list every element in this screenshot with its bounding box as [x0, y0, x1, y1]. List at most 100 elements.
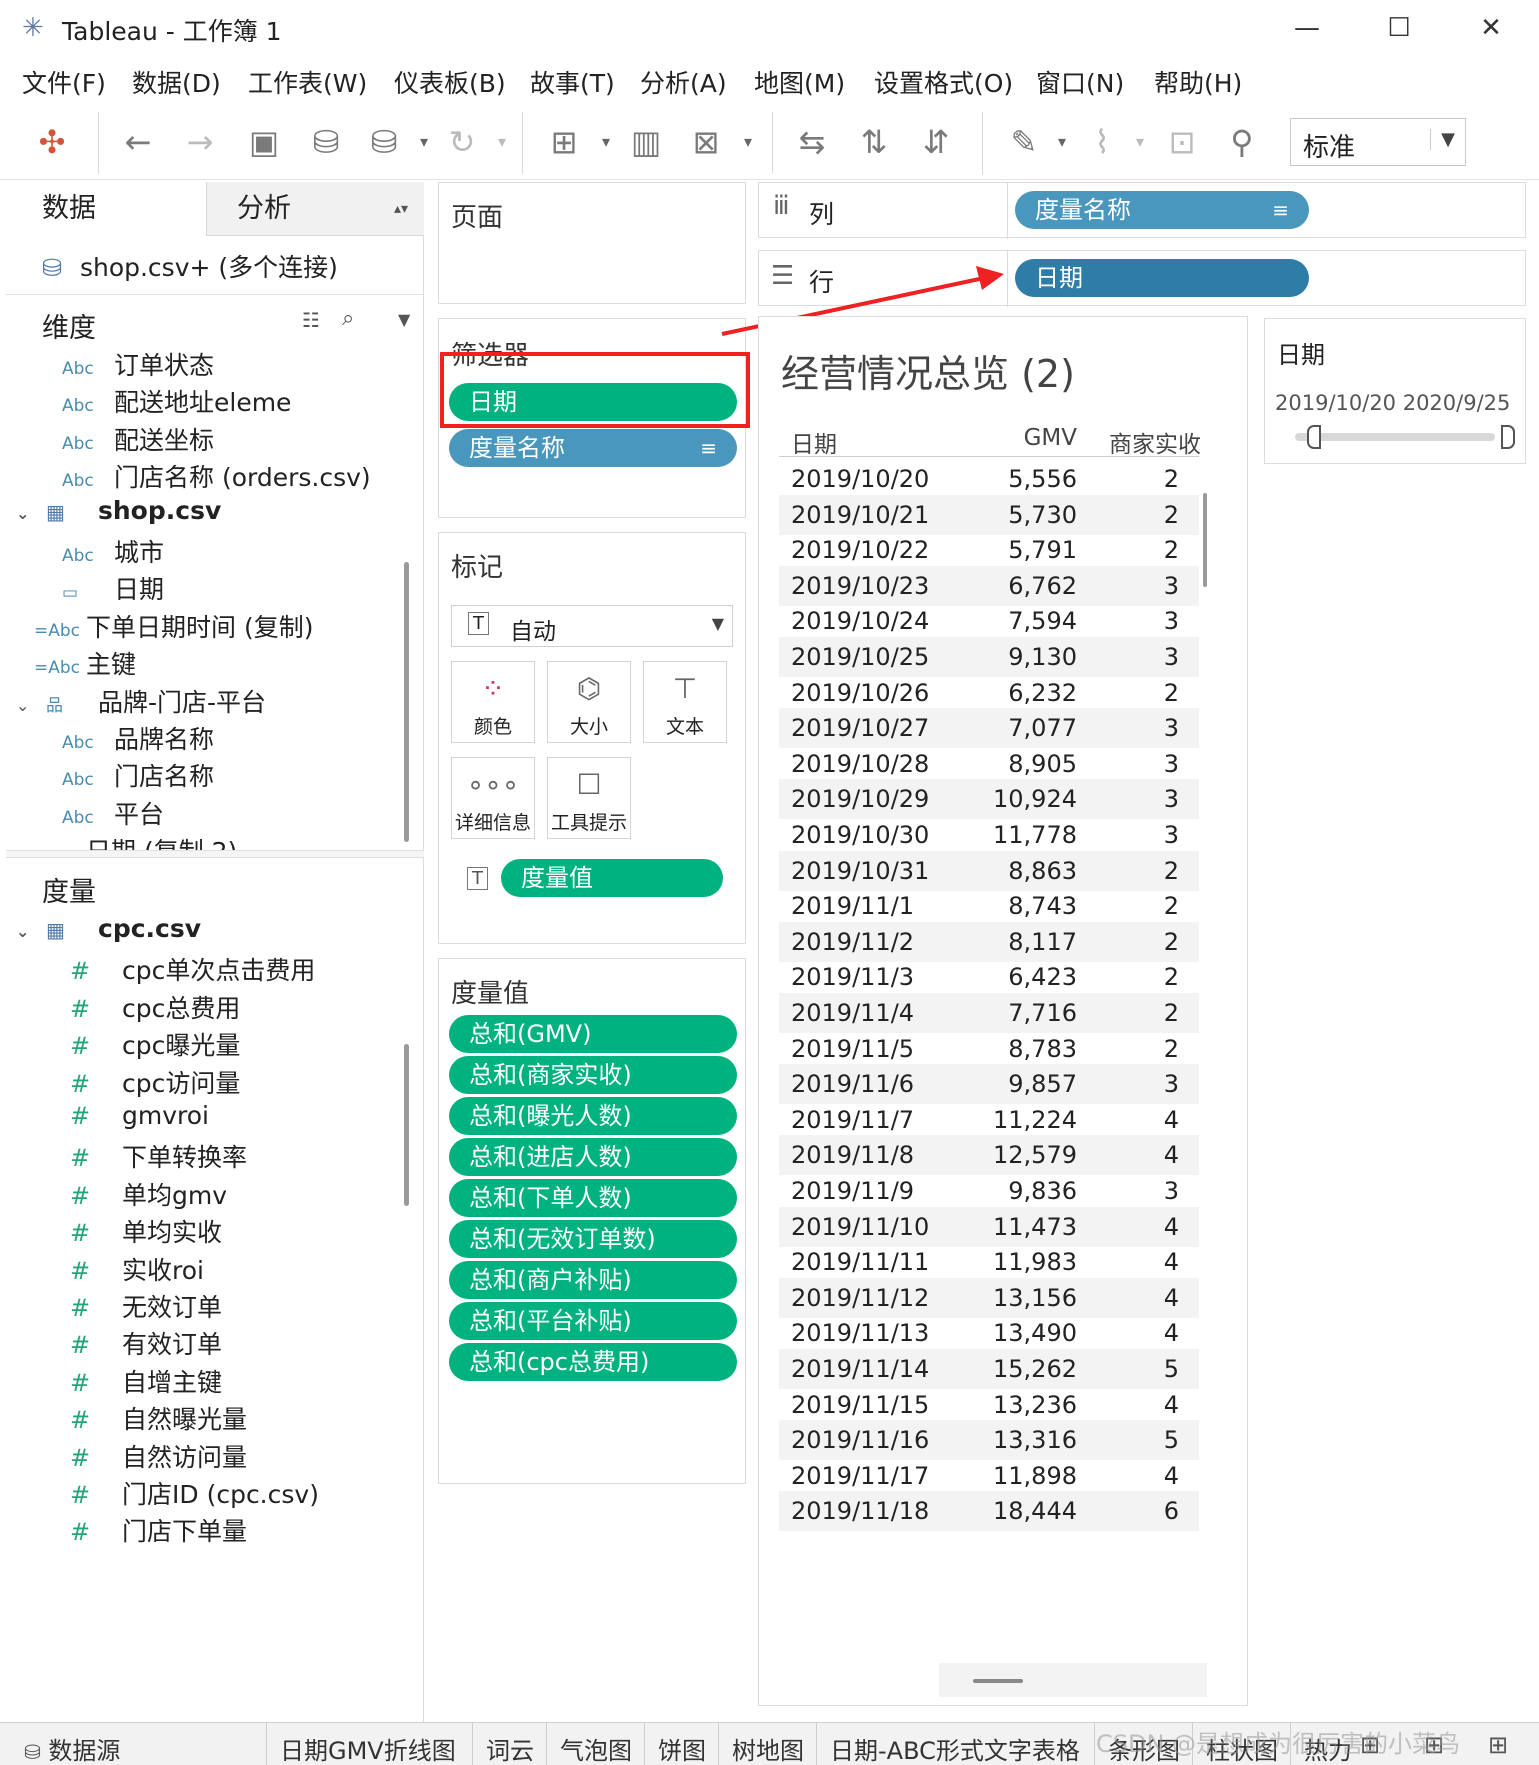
horizontal-scrollbar[interactable] [939, 1663, 1207, 1697]
datasource-tab[interactable]: ⛁ 数据源 [24, 1731, 120, 1765]
maximize-button[interactable]: ☐ [1374, 8, 1424, 48]
measure-value-pill[interactable]: 总和(cpc总费用) [449, 1343, 737, 1381]
swap-icon[interactable]: ⇆ [792, 122, 832, 162]
scrollbar-thumb[interactable] [973, 1679, 1023, 1683]
close-button[interactable]: ✕ [1466, 8, 1516, 48]
cell-date: 2019/11/2 [791, 927, 915, 956]
marks-pill-measure-values[interactable]: 度量值 [501, 859, 723, 897]
divider [546, 1723, 547, 1765]
columns-pill-measure-names[interactable]: 度量名称 ≡ [1015, 191, 1309, 229]
measure-item[interactable]: # cpc曝光量 [70, 1026, 240, 1066]
rows-pill-date[interactable]: 日期 [1015, 259, 1309, 297]
chevron-down-icon[interactable]: ▾ [598, 122, 614, 162]
sort-asc-icon[interactable]: ⇅ [854, 122, 894, 162]
measure-item[interactable]: # gmvroi [70, 1101, 209, 1141]
sheet-tab[interactable]: 日期-ABC形式文字表格 [830, 1731, 1080, 1765]
sheet-tab[interactable]: 气泡图 [560, 1731, 632, 1765]
measure-item[interactable]: # 单均gmv [70, 1176, 227, 1216]
forward-icon[interactable]: → [180, 122, 220, 162]
new-story-icon[interactable]: ⊞ [1488, 1731, 1508, 1759]
labels-icon[interactable]: ⊡ [1162, 122, 1202, 162]
highlight-icon[interactable]: ✎ [1004, 122, 1044, 162]
measure-value-pill[interactable]: 总和(曝光人数) [449, 1097, 737, 1135]
save-icon[interactable]: ▣ [244, 122, 284, 162]
sheet-tab[interactable]: 日期GMV折线图 [280, 1731, 456, 1765]
fit-select[interactable]: 标准 ▼ [1290, 118, 1466, 166]
chevron-down-icon[interactable]: ▾ [1054, 122, 1070, 162]
back-icon[interactable]: ← [118, 122, 158, 162]
measure-item[interactable]: # cpc访问量 [70, 1064, 240, 1104]
sort-desc-icon[interactable]: ⇵ [916, 122, 956, 162]
chevron-down-icon[interactable]: ⌄ [16, 922, 46, 941]
header-merchant-income[interactable]: 商家实收 [1109, 425, 1201, 459]
menu-help[interactable]: 帮助(H) [1154, 64, 1242, 100]
sheet-tab[interactable]: 饼图 [658, 1731, 706, 1765]
new-datasource-icon[interactable]: ⛁ [306, 122, 346, 162]
menu-map[interactable]: 地图(M) [754, 64, 845, 100]
measure-value-pill[interactable]: 总和(平台补贴) [449, 1302, 737, 1340]
cell-merchant-income: 4 [1163, 1461, 1179, 1490]
measure-item[interactable]: # 下单转换率 [70, 1138, 247, 1178]
menu-data[interactable]: 数据(D) [132, 64, 221, 100]
measure-item[interactable]: # 自增主键 [70, 1363, 222, 1403]
menu-story[interactable]: 故事(T) [530, 64, 615, 100]
pause-update-icon[interactable]: ⛁ [364, 122, 404, 162]
menu-worksheet[interactable]: 工作表(W) [248, 64, 367, 100]
tooltip-button[interactable]: ☐ 工具提示 [547, 757, 631, 839]
measure-value-pill[interactable]: 总和(GMV) [449, 1015, 737, 1053]
measure-item[interactable]: ⌄ ▦ cpc.csv [16, 914, 201, 954]
measure-value-pill[interactable]: 总和(无效订单数) [449, 1220, 737, 1258]
watermark: CSDN @是想成为很厉害的小菜鸟 [1096, 1730, 1461, 1758]
measure-value-pill[interactable]: 总和(进店人数) [449, 1138, 737, 1176]
menu-file[interactable]: 文件(F) [22, 64, 106, 100]
minimize-button[interactable]: — [1282, 8, 1332, 48]
table-row: 2019/11/13 13,490 4 [779, 1313, 1199, 1353]
measure-value-pill[interactable]: 总和(商户补贴) [449, 1261, 737, 1299]
duplicate-sheet-icon[interactable]: ▥ [626, 122, 666, 162]
menu-analysis[interactable]: 分析(A) [640, 64, 727, 100]
measure-item[interactable]: # 无效订单 [70, 1288, 222, 1328]
color-button[interactable]: ⁘ 颜色 [451, 661, 535, 743]
menu-window[interactable]: 窗口(N) [1036, 64, 1124, 100]
range-slider-start-handle[interactable] [1307, 425, 1321, 449]
header-gmv[interactable]: GMV [959, 425, 1077, 451]
chevron-down-icon[interactable]: ▾ [494, 122, 510, 162]
measure-item[interactable]: # 实收roi [70, 1251, 204, 1291]
measure-item[interactable]: # 门店下单量 [70, 1512, 247, 1552]
table-row: 2019/10/31 8,863 2 [779, 850, 1199, 891]
text-button[interactable]: ⊤ 文本 [643, 661, 727, 743]
menu-format[interactable]: 设置格式(O) [874, 64, 1013, 100]
measure-item[interactable]: # 有效订单 [70, 1325, 222, 1365]
sheet-tab[interactable]: 树地图 [732, 1731, 804, 1765]
chevron-down-icon[interactable]: ▾ [416, 122, 432, 162]
measure-item[interactable]: # 门店ID (cpc.csv) [70, 1475, 319, 1515]
pin-icon[interactable]: ⚲ [1222, 122, 1262, 162]
filter-pill-measure-names[interactable]: 度量名称 ≡ [449, 429, 737, 467]
cell-gmv: 7,716 [1008, 999, 1077, 1027]
tableau-logo-icon[interactable]: ✣ [32, 122, 72, 162]
range-slider-end-handle[interactable] [1501, 425, 1515, 449]
group-icon[interactable]: ⌇ [1082, 122, 1122, 162]
scrollbar[interactable] [1203, 493, 1207, 587]
measure-item[interactable]: # 自然访问量 [70, 1438, 247, 1478]
range-slider-track[interactable] [1295, 433, 1495, 441]
menu-dashboard[interactable]: 仪表板(B) [394, 64, 506, 100]
number-icon: # [70, 1032, 91, 1061]
measure-value-pill[interactable]: 总和(商家实收) [449, 1056, 737, 1094]
measure-item[interactable]: # 单均实收 [70, 1213, 222, 1253]
measure-item[interactable]: # 自然曝光量 [70, 1400, 247, 1440]
refresh-icon[interactable]: ↻ [442, 122, 482, 162]
detail-button[interactable]: ∘∘∘ 详细信息 [451, 757, 535, 839]
chevron-down-icon[interactable]: ▾ [740, 122, 756, 162]
size-button[interactable]: ⌬ 大小 [547, 661, 631, 743]
chevron-down-icon[interactable]: ▾ [1132, 122, 1148, 162]
measure-value-pill[interactable]: 总和(下单人数) [449, 1179, 737, 1217]
header-date[interactable]: 日期 [791, 425, 837, 459]
new-sheet-icon[interactable]: ⊞ [544, 122, 584, 162]
sheet-tab[interactable]: 词云 [486, 1731, 534, 1765]
clear-sheet-icon[interactable]: ⊠ [686, 122, 726, 162]
measure-item[interactable]: # cpc总费用 [70, 989, 240, 1029]
mark-type-select[interactable]: T 自动 ▼ [451, 605, 733, 647]
measure-item[interactable]: # cpc单次点击费用 [70, 951, 315, 991]
scrollbar[interactable] [404, 1044, 409, 1206]
